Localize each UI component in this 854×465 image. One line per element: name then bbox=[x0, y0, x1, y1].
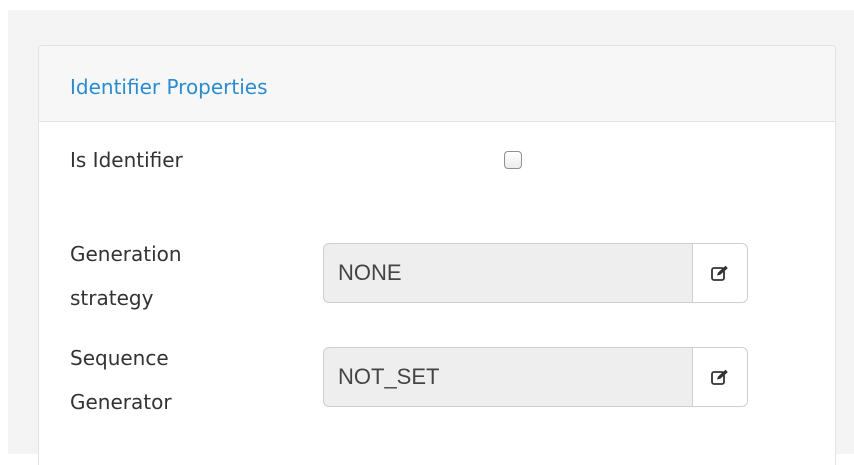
is-identifier-checkbox[interactable] bbox=[504, 151, 522, 169]
sequence-generator-label-line1: Sequence bbox=[70, 346, 169, 370]
sequence-generator-input[interactable]: NOT_SET bbox=[323, 347, 692, 407]
generation-strategy-label-line1: Generation bbox=[70, 242, 182, 266]
identifier-properties-panel: Identifier Properties Is Identifier Gene… bbox=[38, 45, 836, 465]
sequence-generator-edit-button[interactable] bbox=[692, 347, 748, 407]
generation-strategy-label-line2: strategy bbox=[70, 286, 154, 310]
sequence-generator-field: NOT_SET bbox=[323, 347, 748, 407]
edit-icon bbox=[711, 369, 729, 385]
generation-strategy-edit-button[interactable] bbox=[692, 243, 748, 303]
generation-strategy-input[interactable]: NONE bbox=[323, 243, 692, 303]
page-background: Identifier Properties Is Identifier Gene… bbox=[8, 10, 854, 465]
edit-icon bbox=[711, 265, 729, 281]
panel-title: Identifier Properties bbox=[70, 75, 268, 99]
panel-heading: Identifier Properties bbox=[39, 46, 835, 122]
is-identifier-label: Is Identifier bbox=[70, 148, 183, 172]
generation-strategy-field: NONE bbox=[323, 243, 748, 303]
sequence-generator-label-line2: Generator bbox=[70, 390, 172, 414]
